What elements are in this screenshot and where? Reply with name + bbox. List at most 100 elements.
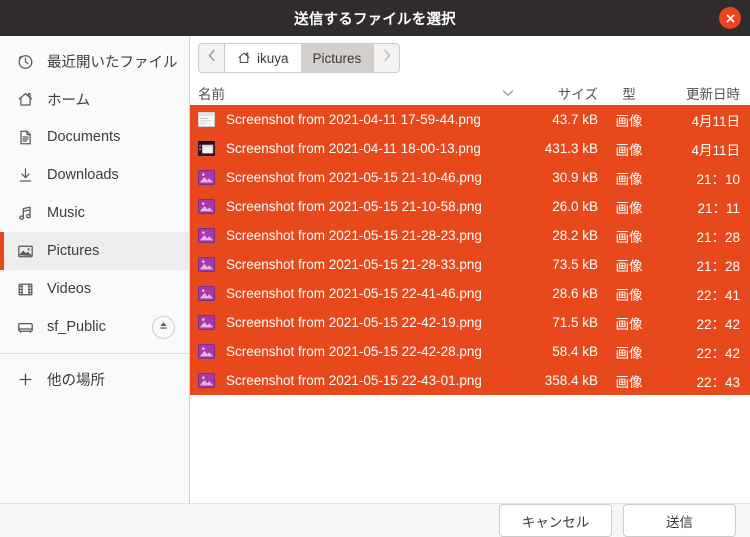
cancel-button[interactable]: キャンセル <box>499 504 612 537</box>
sidebar-item-pictures[interactable]: Pictures <box>0 232 189 270</box>
file-row[interactable]: Screenshot from 2021-05-15 22-42-28.png 5… <box>190 337 750 366</box>
sidebar-item-sf_public[interactable]: sf_Public <box>0 308 189 346</box>
window-title: 送信するファイルを選択 <box>294 11 456 28</box>
file-name-cell: Screenshot from 2021-05-15 22-42-19.png <box>190 315 524 330</box>
sidebar-item-videos[interactable]: Videos <box>0 270 189 308</box>
dialog-footer: キャンセル 送信 <box>0 503 750 537</box>
file-row[interactable]: Screenshot from 2021-05-15 21-28-23.png 2… <box>190 221 750 250</box>
film-icon <box>16 280 35 299</box>
file-name-label: Screenshot from 2021-05-15 22-42-28.png <box>226 344 482 359</box>
file-name-cell: Screenshot from 2021-05-15 21-10-58.png <box>190 199 524 214</box>
eject-button[interactable] <box>152 315 175 339</box>
file-size-cell: 28.2 kB <box>552 228 598 243</box>
file-size-cell: 26.0 kB <box>552 199 598 214</box>
file-name-label: Screenshot from 2021-05-15 22-42-19.png <box>226 315 482 330</box>
breadcrumb-item-ikuya[interactable]: ikuya <box>225 44 301 72</box>
sidebar-item-[interactable]: ホーム <box>0 80 189 118</box>
file-name-cell: Screenshot from 2021-05-15 21-28-23.png <box>190 228 524 243</box>
file-name-label: Screenshot from 2021-05-15 21-28-33.png <box>226 257 482 272</box>
file-row[interactable]: Screenshot from 2021-04-11 18-00-13.png 4… <box>190 134 750 163</box>
sidebar-item-label: Videos <box>47 281 92 297</box>
sidebar-item-music[interactable]: Music <box>0 194 189 232</box>
file-row[interactable]: Screenshot from 2021-05-15 22-43-01.png 3… <box>190 366 750 395</box>
file-list[interactable]: Screenshot from 2021-04-11 17-59-44.png 4… <box>190 105 750 503</box>
home-icon <box>237 51 251 65</box>
file-type-cell: 画像 <box>615 229 643 245</box>
file-row[interactable]: Screenshot from 2021-05-15 22-42-19.png 7… <box>190 308 750 337</box>
file-modified-cell: 21：28 <box>696 229 740 245</box>
file-name-cell: Screenshot from 2021-05-15 22-42-28.png <box>190 344 524 359</box>
file-thumbnail-icon <box>198 315 215 330</box>
sidebar-item-other-locations[interactable]: 他の場所 <box>0 360 189 398</box>
sidebar-item-[interactable]: 最近開いたファイル <box>0 42 189 80</box>
file-size-cell: 73.5 kB <box>552 257 598 272</box>
file-thumbnail-icon <box>198 170 215 185</box>
file-modified-cell: 21：10 <box>696 171 740 187</box>
sidebar-item-label: sf_Public <box>47 319 106 335</box>
breadcrumb-label: ikuya <box>257 50 289 66</box>
sidebar-item-downloads[interactable]: Downloads <box>0 156 189 194</box>
file-type-cell: 画像 <box>615 316 643 332</box>
forward-button[interactable] <box>373 44 400 72</box>
file-row[interactable]: Screenshot from 2021-05-15 21-10-46.png 3… <box>190 163 750 192</box>
file-name-cell: Screenshot from 2021-05-15 22-43-01.png <box>190 373 524 388</box>
file-type-cell: 画像 <box>615 200 643 216</box>
pathbar-container: ikuya Pictures <box>190 36 750 80</box>
sidebar-item-label: Pictures <box>47 243 100 259</box>
chevron-left-icon <box>208 49 216 67</box>
home-icon <box>16 90 35 109</box>
file-row[interactable]: Screenshot from 2021-05-15 21-28-33.png 7… <box>190 250 750 279</box>
places-sidebar: 最近開いたファイル ホーム Documents Downloads Music Pictu… <box>0 36 190 503</box>
music-note-icon <box>16 204 35 223</box>
file-size-cell: 71.5 kB <box>552 315 598 330</box>
close-icon <box>725 13 736 24</box>
file-name-label: Screenshot from 2021-04-11 17-59-44.png <box>226 112 481 127</box>
file-modified-cell: 22：42 <box>696 345 740 361</box>
download-icon <box>16 166 35 185</box>
file-thumbnail-icon <box>198 112 215 127</box>
sidebar-item-list: 最近開いたファイル ホーム Documents Downloads Music Pictu… <box>0 42 189 346</box>
column-header-name-label: 名前 <box>198 86 225 102</box>
breadcrumb: ikuya Pictures <box>198 43 401 73</box>
file-thumbnail-icon <box>198 257 215 272</box>
plus-icon <box>16 370 35 389</box>
sidebar-item-label: ホーム <box>47 92 91 109</box>
column-header-name[interactable]: 名前 <box>190 83 524 103</box>
back-button[interactable] <box>199 44 225 72</box>
sidebar-item-label: 他の場所 <box>47 372 105 389</box>
file-modified-cell: 21：28 <box>696 258 740 274</box>
file-row[interactable]: Screenshot from 2021-05-15 22-41-46.png 2… <box>190 279 750 308</box>
close-button[interactable] <box>719 7 741 29</box>
eject-icon <box>158 319 169 335</box>
send-button[interactable]: 送信 <box>623 504 736 537</box>
file-modified-cell: 22：43 <box>696 374 740 390</box>
sidebar-item-label: Downloads <box>47 167 119 183</box>
file-modified-cell: 4月11日 <box>691 142 740 158</box>
file-type-cell: 画像 <box>615 258 643 274</box>
chevron-down-icon <box>502 85 514 100</box>
file-thumbnail-icon <box>198 344 215 359</box>
dialog-body: 最近開いたファイル ホーム Documents Downloads Music Pictu… <box>0 36 750 503</box>
file-name-cell: Screenshot from 2021-05-15 21-28-33.png <box>190 257 524 272</box>
file-size-cell: 28.6 kB <box>552 286 598 301</box>
column-header-modified[interactable]: 更新日時 <box>660 83 740 103</box>
file-thumbnail-icon <box>198 228 215 243</box>
file-name-cell: Screenshot from 2021-05-15 21-10-46.png <box>190 170 524 185</box>
file-name-label: Screenshot from 2021-05-15 21-28-23.png <box>226 228 482 243</box>
file-size-cell: 358.4 kB <box>544 373 598 388</box>
column-header-size[interactable]: サイズ <box>524 83 598 103</box>
file-modified-cell: 4月11日 <box>691 113 740 129</box>
sidebar-item-documents[interactable]: Documents <box>0 118 189 156</box>
column-header-type[interactable]: 型 <box>606 83 652 103</box>
file-row[interactable]: Screenshot from 2021-05-15 21-10-58.png 2… <box>190 192 750 221</box>
file-chooser-dialog: 送信するファイルを選択 最近開いたファイル ホーム Documents Downloa… <box>0 0 750 537</box>
file-row[interactable]: Screenshot from 2021-04-11 17-59-44.png 4… <box>190 105 750 134</box>
sidebar-item-label: Documents <box>47 129 121 145</box>
sidebar-item-label: Music <box>47 205 85 221</box>
file-name-cell: Screenshot from 2021-04-11 18-00-13.png <box>190 141 524 156</box>
breadcrumb-item-pictures[interactable]: Pictures <box>300 44 374 72</box>
file-name-label: Screenshot from 2021-05-15 22-43-01.png <box>226 373 482 388</box>
sidebar-item-label: 最近開いたファイル <box>47 54 178 71</box>
file-name-label: Screenshot from 2021-05-15 21-10-58.png <box>226 199 482 214</box>
clock-icon <box>16 52 35 71</box>
